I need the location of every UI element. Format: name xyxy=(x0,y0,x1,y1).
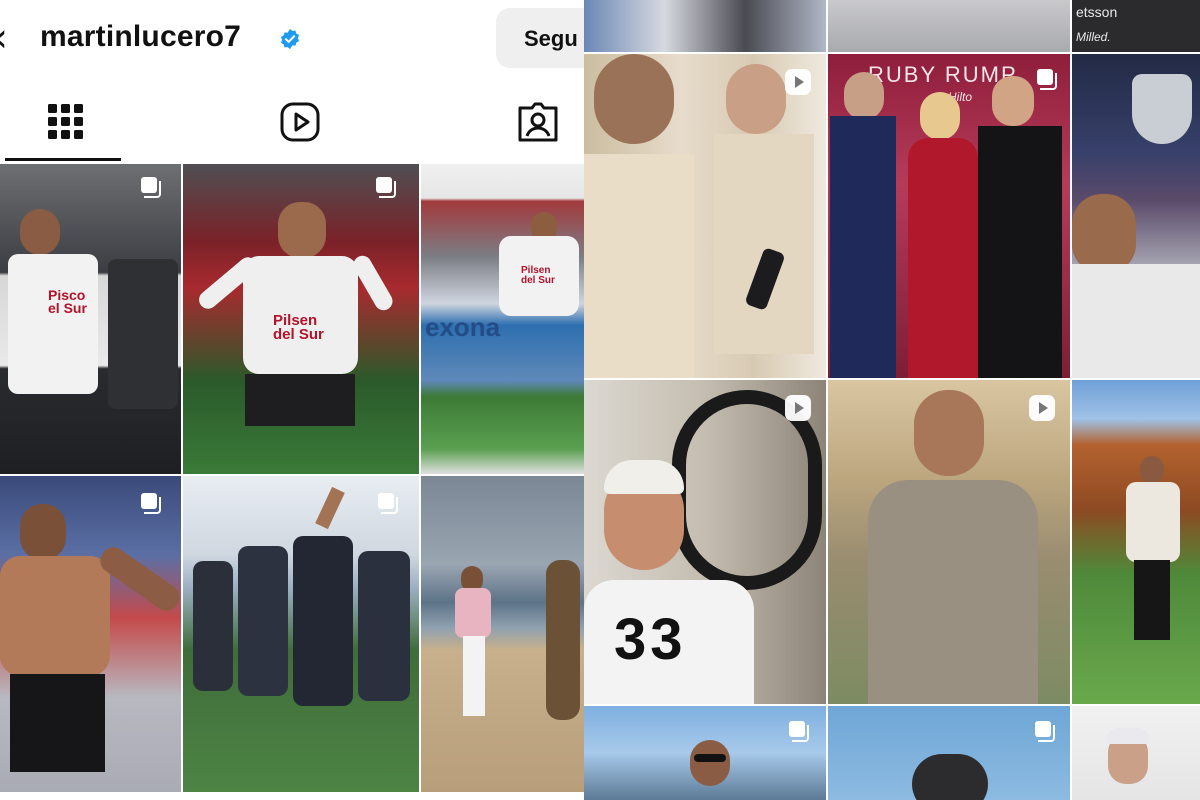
post-tile[interactable] xyxy=(584,0,826,52)
post-tile[interactable]: Pilsen del Sur xyxy=(183,164,419,474)
verified-badge-icon xyxy=(280,28,300,50)
profile-tabs xyxy=(0,90,584,164)
post-tile[interactable] xyxy=(828,380,1070,704)
jersey-sponsor-text: Pilsen del Sur xyxy=(521,265,555,286)
post-tile[interactable] xyxy=(828,0,1070,52)
post-tile[interactable] xyxy=(183,476,419,792)
multiple-photos-icon xyxy=(376,177,396,198)
username: martinlucero7 xyxy=(40,20,241,53)
post-tile[interactable]: etsson Milled. xyxy=(1072,0,1200,52)
post-tile[interactable] xyxy=(1072,380,1200,704)
multiple-photos-icon xyxy=(141,493,161,514)
post-tile[interactable] xyxy=(1072,706,1200,800)
jersey-sponsor-text: Pilsen del Sur xyxy=(273,312,324,343)
tagged-icon[interactable] xyxy=(516,100,560,144)
reel-play-icon xyxy=(1029,395,1055,421)
post-tile[interactable] xyxy=(584,706,826,800)
multiple-photos-icon xyxy=(789,721,809,742)
profile-header: ‹ martinlucero7 Segu xyxy=(0,0,584,80)
multiple-photos-icon xyxy=(1035,721,1055,742)
post-tile[interactable]: Pilsen del Sur exona xyxy=(421,164,584,474)
follow-button[interactable]: Segu xyxy=(496,8,584,68)
jersey-number: 33 xyxy=(614,607,687,672)
post-tile[interactable] xyxy=(421,476,584,792)
post-tile[interactable] xyxy=(0,476,181,792)
post-tile[interactable]: 33 xyxy=(584,380,826,704)
reels-icon[interactable] xyxy=(278,100,322,144)
post-tile[interactable] xyxy=(584,54,826,378)
reel-play-icon xyxy=(785,69,811,95)
active-tab-indicator xyxy=(5,158,121,161)
post-tile[interactable]: Pisco el Sur xyxy=(0,164,181,474)
brand-text: etsson xyxy=(1076,4,1118,20)
grid-icon[interactable] xyxy=(44,100,88,144)
back-icon[interactable]: ‹ xyxy=(0,18,16,58)
post-tile[interactable] xyxy=(1072,54,1200,378)
multiple-photos-icon xyxy=(1037,69,1057,90)
photo-grid-panel: etsson Milled. RUBY RUMP Hilto 33 xyxy=(584,0,1200,800)
multiple-photos-icon xyxy=(378,493,398,514)
jersey-sponsor-text: Pisco el Sur xyxy=(48,287,87,316)
post-tile[interactable]: RUBY RUMP Hilto xyxy=(828,54,1070,378)
post-tile[interactable] xyxy=(828,706,1070,800)
brand-text-2: Milled. xyxy=(1076,30,1111,44)
multiple-photos-icon xyxy=(141,177,161,198)
banner-text: exona xyxy=(425,312,501,342)
profile-panel: ‹ martinlucero7 Segu xyxy=(0,0,584,800)
reel-play-icon xyxy=(785,395,811,421)
